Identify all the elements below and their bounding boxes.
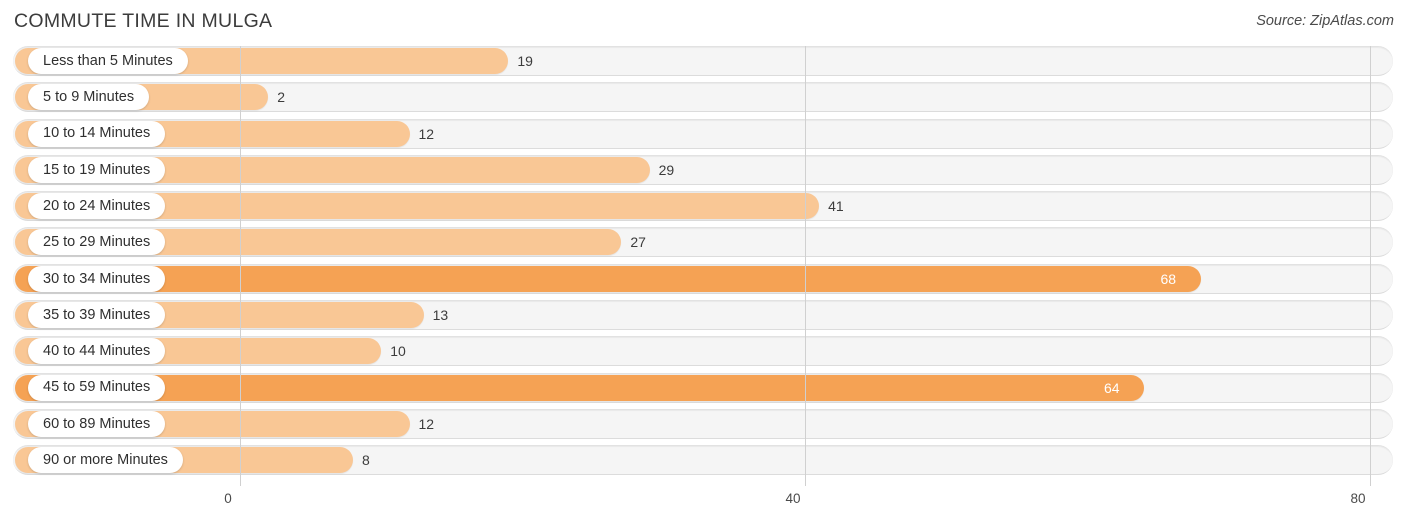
bar-label: 15 to 19 Minutes xyxy=(43,161,151,178)
axis-tick-label: 40 xyxy=(785,491,801,506)
x-axis: 0 40 80 xyxy=(0,486,1406,524)
bar-value: 41 xyxy=(828,198,844,215)
bar-value: 8 xyxy=(362,452,370,469)
bar-rows: Less than 5 Minutes 19 5 to 9 Minutes 2 10 t… xyxy=(0,46,1406,482)
bar-row[interactable]: 10 to 14 Minutes 12 xyxy=(0,118,1406,149)
bar-value: 12 xyxy=(418,415,435,432)
bar-label: 5 to 9 Minutes xyxy=(43,89,135,106)
source-attribution: Source: ZipAtlas.com xyxy=(1256,13,1394,29)
bar-value-inside: 68 xyxy=(1160,270,1177,287)
bar-row[interactable]: 5 to 9 Minutes 2 xyxy=(0,82,1406,113)
bar-label-pill[interactable]: 90 or more Minutes xyxy=(28,447,183,474)
chart-header: COMMUTE TIME IN MULGA Source: ZipAtlas.c… xyxy=(0,0,1406,44)
bar-label-pill[interactable]: 45 to 59 Minutes xyxy=(28,374,166,401)
bar-label-pill[interactable]: 60 to 89 Minutes xyxy=(28,410,166,437)
bar[interactable] xyxy=(15,265,1201,292)
bar-label-pill[interactable]: 5 to 9 Minutes xyxy=(28,84,150,111)
bar-row[interactable]: 30 to 34 Minutes 68 xyxy=(0,263,1406,294)
bar-label-pill[interactable]: 20 to 24 Minutes xyxy=(28,193,166,220)
bar-label: 45 to 59 Minutes xyxy=(43,379,151,396)
bar-value: 29 xyxy=(658,161,675,178)
bar-label-pill[interactable]: 15 to 19 Minutes xyxy=(28,156,166,183)
bar-row[interactable]: 35 to 39 Minutes 13 xyxy=(0,300,1406,331)
axis-tick-label: 80 xyxy=(1350,491,1366,506)
bar-label: 90 or more Minutes xyxy=(43,452,168,469)
bar[interactable] xyxy=(15,374,1144,401)
bar-row[interactable]: 45 to 59 Minutes 64 xyxy=(0,372,1406,403)
bar-row[interactable]: 90 or more Minutes 8 xyxy=(0,445,1406,476)
page-title: COMMUTE TIME IN MULGA xyxy=(14,10,273,32)
bar-label-pill[interactable]: 35 to 39 Minutes xyxy=(28,302,166,329)
bar-row[interactable]: 60 to 89 Minutes 12 xyxy=(0,408,1406,439)
bar-row[interactable]: Less than 5 Minutes 19 xyxy=(0,46,1406,76)
bar-value: 19 xyxy=(517,53,533,69)
bar-row[interactable]: 40 to 44 Minutes 10 xyxy=(0,336,1406,367)
bar-label: 20 to 24 Minutes xyxy=(43,197,151,214)
bar-value: 12 xyxy=(418,125,435,142)
bar-value: 27 xyxy=(630,234,646,251)
bar-value-inside: 64 xyxy=(1104,379,1120,396)
bar-label: 40 to 44 Minutes xyxy=(43,343,151,360)
bar-label: 35 to 39 Minutes xyxy=(43,306,151,323)
bar-value: 2 xyxy=(277,89,286,106)
bar-label: Less than 5 Minutes xyxy=(43,52,173,69)
bar-label: 60 to 89 Minutes xyxy=(43,415,151,432)
bar-label: 30 to 34 Minutes xyxy=(43,270,151,287)
bar-label-pill[interactable]: 30 to 34 Minutes xyxy=(28,265,166,292)
bar-label-pill[interactable]: 25 to 29 Minutes xyxy=(28,229,166,256)
bar-label: 25 to 29 Minutes xyxy=(43,234,151,251)
bar-label-pill[interactable]: 10 to 14 Minutes xyxy=(28,120,166,147)
bar-label-pill[interactable]: Less than 5 Minutes xyxy=(28,48,188,74)
bar-value: 10 xyxy=(390,343,406,360)
bar-row[interactable]: 25 to 29 Minutes 27 xyxy=(0,227,1406,258)
bar-value: 13 xyxy=(432,307,449,324)
chart-plot-area: Less than 5 Minutes 19 5 to 9 Minutes 2 10 t… xyxy=(0,46,1406,486)
bar-row[interactable]: 20 to 24 Minutes 41 xyxy=(0,191,1406,222)
bar-label-pill[interactable]: 40 to 44 Minutes xyxy=(28,338,166,365)
axis-tick-label: 0 xyxy=(224,491,232,506)
bar-row[interactable]: 15 to 19 Minutes 29 xyxy=(0,154,1406,185)
bar-label: 10 to 14 Minutes xyxy=(43,125,151,142)
